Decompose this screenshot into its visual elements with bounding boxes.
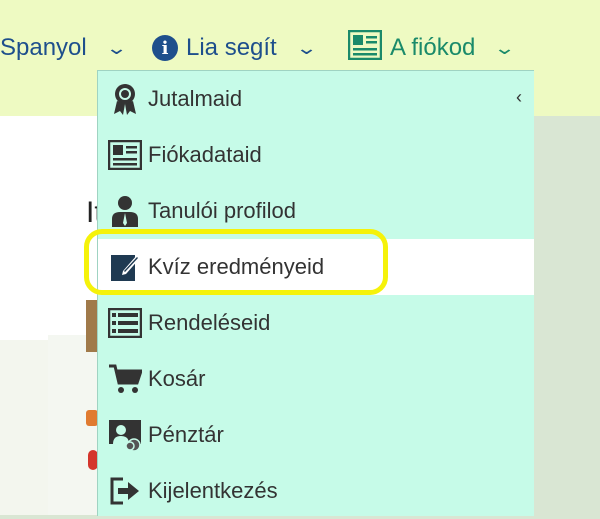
menu-item-cart[interactable]: Kosár xyxy=(98,351,534,407)
list-icon xyxy=(108,306,142,340)
help-menu[interactable]: i Lia segít ⌄ xyxy=(152,28,318,68)
account-card-icon xyxy=(347,29,383,67)
menu-item-orders[interactable]: Rendeléseid xyxy=(98,295,534,351)
account-menu[interactable]: A fiókod ⌄ xyxy=(347,28,516,68)
chevron-down-icon: ⌄ xyxy=(294,37,318,58)
account-label: A fiókod xyxy=(390,34,476,61)
menu-item-rewards[interactable]: Jutalmaid xyxy=(98,71,534,127)
award-icon xyxy=(108,82,142,116)
menu-item-checkout[interactable]: Pénztár xyxy=(98,407,534,463)
menu-item-label: Jutalmaid xyxy=(148,86,243,111)
menu-item-label: Tanulói profilod xyxy=(148,198,296,223)
cart-icon xyxy=(108,362,142,396)
menu-item-label: Kijelentkezés xyxy=(148,478,278,503)
chevron-down-icon: ⌄ xyxy=(104,37,128,58)
help-label: Lia segít xyxy=(186,34,277,61)
user-icon xyxy=(108,194,142,228)
info-icon: i xyxy=(152,35,178,61)
language-selector[interactable]: Spanyol ⌄ xyxy=(0,28,128,68)
menu-item-label: Fiókadataid xyxy=(148,142,262,167)
menu-item-label: Pénztár xyxy=(148,422,224,447)
id-card-icon xyxy=(108,138,142,172)
menu-item-logout[interactable]: Kijelentkezés xyxy=(98,463,534,519)
menu-item-account-details[interactable]: Fiókadataid xyxy=(98,127,534,183)
language-label: Spanyol xyxy=(0,34,87,61)
menu-item-label: Kosár xyxy=(148,366,206,391)
logout-icon xyxy=(108,474,142,508)
checkout-icon xyxy=(108,418,142,452)
chevron-down-icon: ⌄ xyxy=(493,37,517,58)
menu-item-label: Rendeléseid xyxy=(148,310,271,335)
highlight-annotation xyxy=(84,229,388,295)
